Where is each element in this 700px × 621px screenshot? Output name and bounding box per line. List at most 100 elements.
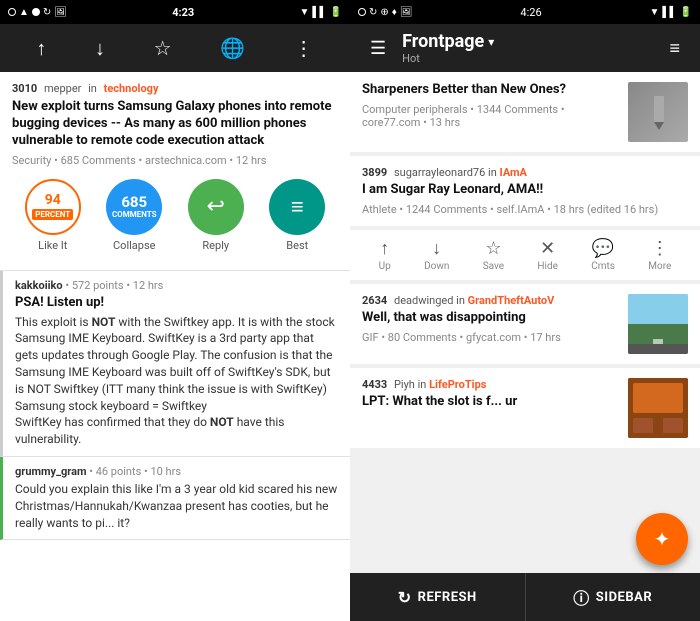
hide-action-icon: ✕ bbox=[540, 238, 555, 259]
post-card: 3010 mepper in technology New exploit tu… bbox=[0, 72, 350, 271]
circle-icon bbox=[8, 8, 16, 16]
more-vert-icon[interactable]: ⋮ bbox=[286, 28, 322, 68]
refresh-icon: ↻ bbox=[43, 7, 51, 18]
feed2-thumbnail bbox=[628, 294, 688, 354]
left-right-icons: ▼ ▌▌ 🔋 bbox=[299, 7, 342, 18]
r-icon4: ♦ bbox=[392, 7, 397, 18]
feed-item-3: 4433 Piyh in LifeProTips LPT: What the s… bbox=[350, 368, 700, 448]
feed3-score: 4433 bbox=[362, 378, 387, 391]
refresh-label: REFRESH bbox=[418, 590, 477, 605]
collapse-button[interactable]: 685 COMMENTS Collapse bbox=[106, 179, 162, 252]
partial-title: Sharpeners Better than New Ones? bbox=[362, 82, 620, 99]
post-domain: arstechnica.com bbox=[145, 154, 227, 167]
action-buttons: 94 PERCENT Like It 685 COMMENTS Collapse… bbox=[12, 171, 338, 260]
more-action-label: More bbox=[648, 261, 671, 272]
reply-text: Could you explain this like I'm a 3 year… bbox=[15, 481, 338, 531]
feed1-meta: 3899 sugarrayleonard76 in IAmA bbox=[362, 166, 688, 179]
save-action-icon: ☆ bbox=[485, 238, 501, 259]
hide-action[interactable]: ✕ Hide bbox=[537, 238, 558, 272]
sidebar-button[interactable]: ⓘ SIDEBAR bbox=[526, 573, 700, 621]
title-row: Frontpage ▾ bbox=[402, 31, 494, 52]
left-status-bar: ▲ ↻ 🖼 4:23 ▼ ▌▌ 🔋 bbox=[0, 0, 350, 24]
feed1-comments: 1244 Comments bbox=[406, 203, 487, 216]
reply-points: 46 points bbox=[96, 465, 142, 478]
feed2-domain: gfycat.com bbox=[466, 331, 521, 344]
partial-age: 13 hrs bbox=[430, 116, 461, 129]
down-action-icon: ↓ bbox=[432, 238, 441, 259]
r-battery-icon: 🔋 bbox=[680, 7, 692, 18]
up-action[interactable]: ↑ Up bbox=[379, 238, 391, 272]
sidebar-label: SIDEBAR bbox=[596, 590, 652, 605]
cmts-action[interactable]: 💬 Cmts bbox=[591, 238, 615, 272]
post-meta: 3010 mepper in technology bbox=[12, 82, 338, 95]
like-it-button[interactable]: 94 PERCENT Like It bbox=[25, 179, 81, 252]
post-title: New exploit turns Samsung Galaxy phones … bbox=[12, 99, 338, 150]
feed1-domain: self.IAmA bbox=[496, 203, 544, 216]
best-button[interactable]: ≡ Best bbox=[269, 179, 325, 252]
right-time: 4:26 bbox=[520, 6, 541, 19]
post-subtext: Security • 685 Comments • arstechnica.co… bbox=[12, 154, 338, 167]
feed1-category: Athlete bbox=[362, 203, 397, 216]
reply-comment-header: grummy_gram • 46 points • 10 hrs bbox=[15, 465, 338, 478]
feed1-subreddit: IAmA bbox=[500, 166, 527, 179]
feed2-content: 2634 deadwinged in GrandTheftAutoV Well,… bbox=[362, 294, 620, 354]
feed3-thumbnail bbox=[628, 378, 688, 438]
reply-circle: ↩ bbox=[188, 179, 244, 235]
wifi-icon: ▼ bbox=[299, 7, 309, 18]
partial-subreddit: Computer peripherals bbox=[362, 103, 468, 116]
post-age: 12 hrs bbox=[236, 154, 267, 167]
refresh-btn-icon: ↻ bbox=[398, 588, 412, 607]
fab-button[interactable]: ✦ bbox=[636, 513, 688, 565]
post-subreddit: technology bbox=[104, 82, 159, 95]
hamburger-icon[interactable]: ☰ bbox=[362, 30, 394, 67]
like-percent: 94 bbox=[45, 193, 61, 207]
app-title: Frontpage bbox=[402, 31, 484, 52]
signal-icon: ▲ bbox=[19, 7, 29, 18]
feed1-content: 3899 sugarrayleonard76 in IAmA I am Suga… bbox=[362, 166, 688, 216]
right-left-icons: ↻ ⊕ ♦ 🖼 bbox=[358, 7, 413, 18]
app-title-area: Frontpage ▾ Hot bbox=[402, 31, 653, 65]
best-icon: ≡ bbox=[291, 194, 304, 220]
filter-icon[interactable]: ≡ bbox=[661, 30, 688, 67]
circle2-icon bbox=[32, 8, 40, 16]
feed1-username: sugarrayleonard76 bbox=[394, 166, 485, 179]
right-toolbar: ☰ Frontpage ▾ Hot ≡ bbox=[350, 24, 700, 72]
left-status-icons: ▲ ↻ 🖼 bbox=[8, 7, 67, 18]
comment-age: 12 hrs bbox=[133, 279, 164, 292]
comment-points: 572 points bbox=[72, 279, 124, 292]
right-status-bar: ↻ ⊕ ♦ 🖼 4:26 ▼ ▌▌ 🔋 bbox=[350, 0, 700, 24]
star-icon[interactable]: ☆ bbox=[146, 28, 180, 68]
right-content: Sharpeners Better than New Ones? Compute… bbox=[350, 72, 700, 573]
down-action[interactable]: ↓ Down bbox=[424, 238, 449, 272]
up-arrow-icon[interactable]: ↑ bbox=[28, 28, 54, 69]
feed2-meta: 2634 deadwinged in GrandTheftAutoV bbox=[362, 294, 620, 307]
info-btn-icon: ⓘ bbox=[573, 585, 590, 609]
r-icon5: 🖼 bbox=[400, 7, 413, 18]
comment-card: kakkoiiko • 572 points • 12 hrs PSA! Lis… bbox=[0, 271, 350, 457]
down-arrow-icon[interactable]: ↓ bbox=[87, 28, 113, 69]
post-in: in bbox=[88, 82, 97, 95]
hide-action-label: Hide bbox=[537, 261, 558, 272]
globe-icon[interactable]: 🌐 bbox=[212, 28, 253, 68]
save-action[interactable]: ☆ Save bbox=[483, 238, 504, 272]
feed3-meta: 4433 Piyh in LifeProTips bbox=[362, 378, 620, 391]
left-panel: ▲ ↻ 🖼 4:23 ▼ ▌▌ 🔋 ↑ ↓ ☆ 🌐 ⋮ 3010 mepper … bbox=[0, 0, 350, 621]
collapse-count: 685 bbox=[121, 195, 147, 210]
dropdown-arrow-icon[interactable]: ▾ bbox=[488, 35, 494, 49]
left-toolbar: ↑ ↓ ☆ 🌐 ⋮ bbox=[0, 24, 350, 72]
reply-button[interactable]: ↩ Reply bbox=[188, 179, 244, 252]
post-category: Security bbox=[12, 154, 51, 167]
pencil-svg bbox=[638, 92, 678, 132]
feed2-category: GIF bbox=[362, 331, 379, 344]
feed1-subtext: Athlete • 1244 Comments • self.IAmA • 18… bbox=[362, 203, 688, 216]
more-action[interactable]: ⋮ More bbox=[648, 238, 671, 272]
feed3-title: LPT: What the slot is f... ur bbox=[362, 394, 620, 411]
partial-comments: 1344 Comments bbox=[477, 103, 558, 116]
comment-title: PSA! Listen up! bbox=[15, 295, 338, 310]
feed2-subtext: GIF • 80 Comments • gfycat.com • 17 hrs bbox=[362, 331, 620, 344]
left-time: 4:23 bbox=[172, 6, 194, 19]
feed2-comments: 80 Comments bbox=[388, 331, 457, 344]
save-action-label: Save bbox=[483, 261, 504, 272]
table-svg bbox=[628, 378, 688, 438]
refresh-button[interactable]: ↻ REFRESH bbox=[350, 573, 526, 621]
